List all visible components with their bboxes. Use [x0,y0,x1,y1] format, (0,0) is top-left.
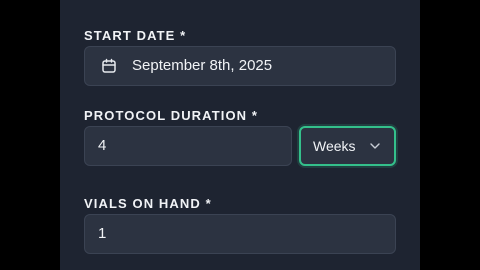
chevron-down-icon [369,142,381,150]
form-panel: START DATE * September 8th, 2025 PROTOCO… [60,0,420,270]
protocol-duration-input[interactable]: 4 [84,126,292,166]
vials-on-hand-label: VIALS ON HAND * [84,196,212,211]
start-date-value: September 8th, 2025 [132,57,273,74]
start-date-label: START DATE * [84,28,187,43]
calendar-icon [101,58,117,74]
vials-on-hand-input[interactable]: 1 [84,214,396,254]
vials-on-hand-value: 1 [98,225,107,242]
start-date-field[interactable]: September 8th, 2025 [84,46,396,86]
duration-unit-select[interactable]: Weeks [299,126,396,166]
duration-unit-value: Weeks [313,138,356,154]
protocol-duration-label: PROTOCOL DURATION * [84,108,259,123]
protocol-duration-value: 4 [98,137,107,154]
